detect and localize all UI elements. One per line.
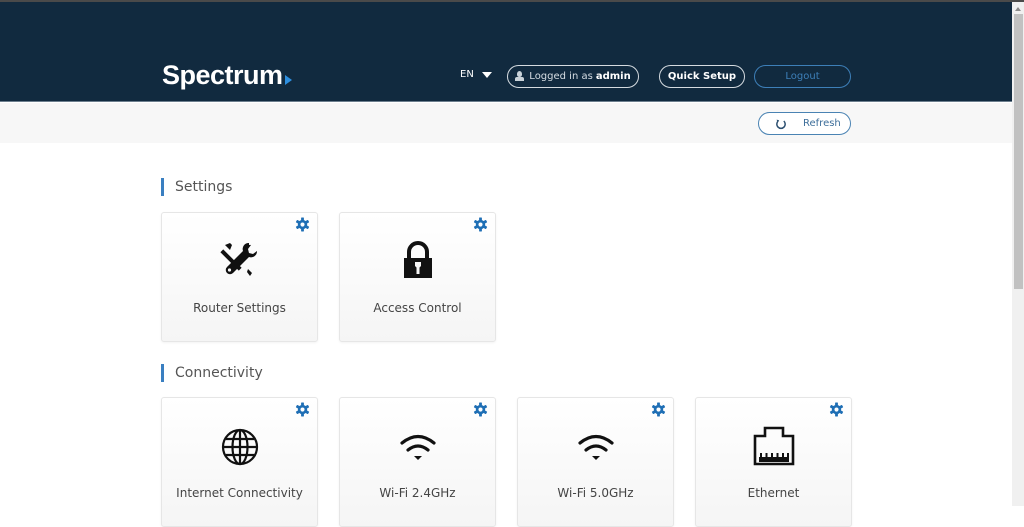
ethernet-icon [753, 426, 794, 466]
lock-icon [403, 241, 432, 278]
top-header: Spectrum EN Logged in as admin Quick Set… [0, 2, 1012, 102]
gear-icon[interactable] [829, 402, 844, 417]
wifi-icon [399, 434, 436, 460]
logged-in-username: admin [595, 71, 631, 82]
tools-icon [219, 242, 257, 276]
vertical-scrollbar[interactable] [1012, 2, 1024, 506]
card-label: Internet Connectivity [176, 486, 303, 500]
section-title-connectivity: Connectivity [161, 364, 263, 382]
wifi-icon [577, 434, 614, 460]
gear-icon[interactable] [473, 402, 488, 417]
card-label: Access Control [373, 301, 462, 315]
scroll-up-arrow-icon[interactable] [1012, 4, 1024, 14]
gear-icon[interactable] [295, 402, 310, 417]
card-wifi-24ghz[interactable]: Wi-Fi 2.4GHz [339, 397, 496, 527]
logo-arrow-icon [284, 74, 292, 85]
card-ethernet[interactable]: Ethernet [695, 397, 852, 527]
quick-setup-button[interactable]: Quick Setup [659, 65, 745, 88]
spectrum-logo[interactable]: Spectrum [162, 60, 292, 91]
card-label: Wi-Fi 2.4GHz [379, 486, 456, 500]
language-selector[interactable]: EN [460, 69, 492, 80]
chevron-down-icon [481, 71, 492, 78]
gear-icon[interactable] [473, 217, 488, 232]
card-router-settings[interactable]: Router Settings [161, 212, 318, 342]
gear-icon[interactable] [295, 217, 310, 232]
section-title-settings: Settings [161, 178, 232, 196]
refresh-label: Refresh [803, 118, 841, 129]
brand-name: Spectrum [162, 60, 283, 90]
language-label: EN [460, 69, 474, 80]
card-access-control[interactable]: Access Control [339, 212, 496, 342]
card-label: Router Settings [193, 301, 286, 315]
user-icon [515, 71, 525, 82]
gear-icon[interactable] [651, 402, 666, 417]
logout-button[interactable]: Logout [754, 65, 851, 88]
refresh-button[interactable]: Refresh [758, 112, 851, 135]
card-label: Ethernet [747, 486, 800, 500]
toolbar [0, 103, 1012, 143]
card-internet-connectivity[interactable]: Internet Connectivity [161, 397, 318, 527]
card-label: Wi-Fi 5.0GHz [557, 486, 634, 500]
logged-in-prefix: Logged in as [529, 71, 593, 82]
scrollbar-thumb[interactable] [1014, 14, 1023, 289]
refresh-icon [776, 119, 786, 129]
card-wifi-50ghz[interactable]: Wi-Fi 5.0GHz [517, 397, 674, 527]
logged-in-badge: Logged in as admin [507, 65, 639, 88]
globe-icon [221, 428, 258, 466]
